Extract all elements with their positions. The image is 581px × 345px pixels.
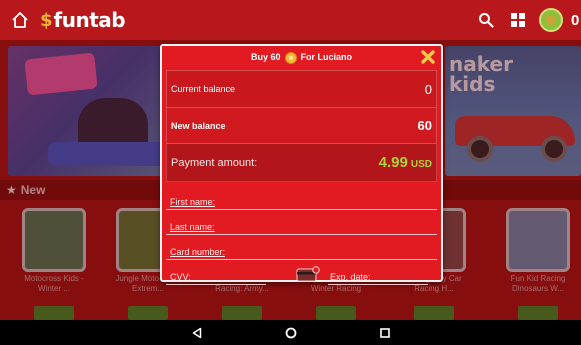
- back-icon: [192, 327, 201, 338]
- home-button[interactable]: [6, 6, 34, 34]
- card-form: First name: Last name: Card number: CVV:…: [166, 186, 437, 285]
- current-balance-label: Current balance: [171, 84, 236, 94]
- exp-date-field[interactable]: Exp. date:: [328, 261, 428, 285]
- card-number-placeholder: Card number:: [170, 247, 226, 257]
- current-balance-row: Current balance 0: [166, 70, 437, 108]
- dialog-header: Buy 60 For Luciano: [162, 46, 441, 68]
- exp-date-placeholder: Exp. date:: [330, 272, 371, 282]
- recents-button[interactable]: [367, 320, 403, 345]
- apps-grid-button[interactable]: [505, 7, 531, 33]
- dialog-header-suffix: For Luciano: [300, 52, 353, 62]
- recents-icon: [379, 327, 390, 338]
- payment-amount-value: 4.99: [378, 154, 408, 171]
- new-balance-label: New balance: [171, 120, 226, 131]
- payment-currency: USD: [410, 159, 432, 170]
- payment-amount-row: Payment amount: 4.99 USD: [166, 144, 437, 182]
- current-balance-value: 0: [424, 81, 432, 97]
- avatar[interactable]: [539, 8, 563, 32]
- last-name-placeholder: Last name:: [170, 222, 215, 232]
- home-nav-button[interactable]: [273, 320, 309, 345]
- close-icon: [421, 50, 435, 64]
- back-button[interactable]: [179, 320, 215, 345]
- close-button[interactable]: [419, 48, 437, 66]
- dialog-header-prefix: Buy 60: [250, 52, 281, 62]
- first-name-placeholder: First name:: [170, 197, 216, 207]
- system-navigation-bar: [0, 320, 581, 345]
- cvv-placeholder: CVV:: [170, 272, 191, 282]
- card-number-field[interactable]: Card number:: [166, 236, 437, 260]
- purchase-dialog: Buy 60 For Luciano Current balance 0 New…: [160, 44, 443, 285]
- top-app-bar: $ funtab 0: [0, 0, 581, 40]
- first-name-field[interactable]: First name:: [166, 186, 437, 210]
- credit-card-icon: [296, 266, 320, 282]
- new-balance-row: New balance 60: [166, 108, 437, 144]
- coin-count: 0: [571, 11, 580, 29]
- logo-mark: $: [40, 9, 53, 31]
- search-icon: [479, 13, 494, 28]
- funtab-logo: $ funtab: [40, 8, 126, 32]
- home-circle-icon: [285, 327, 296, 338]
- last-name-field[interactable]: Last name:: [166, 211, 437, 235]
- payment-amount-label: Payment amount:: [171, 156, 258, 169]
- search-button[interactable]: [473, 7, 499, 33]
- home-icon: [12, 12, 28, 28]
- cvv-exp-row: CVV: Exp. date:: [166, 261, 437, 285]
- grid-icon: [511, 13, 525, 27]
- cvv-field[interactable]: CVV:: [166, 261, 266, 285]
- new-balance-value: 60: [417, 118, 432, 133]
- coin-icon: [284, 52, 297, 64]
- logo-text: funtab: [53, 8, 126, 32]
